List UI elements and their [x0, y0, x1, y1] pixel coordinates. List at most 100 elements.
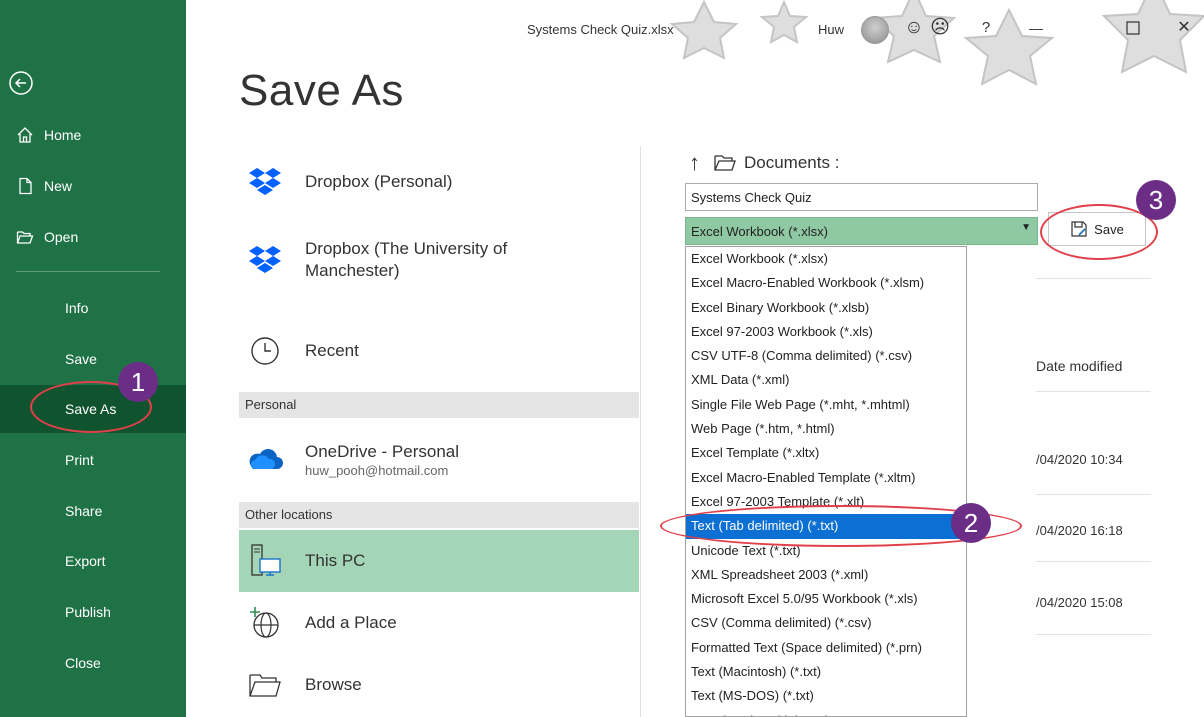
file-type-option[interactable]: Text (Macintosh) (*.txt) — [686, 660, 966, 684]
smile-feedback-icon[interactable]: ☺ — [902, 16, 926, 40]
help-icon[interactable]: ? — [974, 16, 998, 40]
nav-save[interactable]: Save — [0, 335, 186, 383]
nav-new-label: New — [44, 178, 73, 194]
file-type-dropdown-list: Excel Workbook (*.xlsx) Excel Macro-Enab… — [685, 246, 967, 717]
nav-open[interactable]: Open — [0, 213, 186, 261]
nav-print[interactable]: Print — [0, 436, 186, 484]
nav-export-label: Export — [65, 553, 106, 569]
row-divider — [1036, 634, 1151, 635]
onedrive-cloud-icon — [245, 439, 285, 479]
backstage-sidebar: Home New Open Info Save Save As Print Sh… — [0, 0, 186, 717]
folder-icon — [714, 155, 736, 171]
globe-add-icon — [245, 603, 285, 643]
file-type-select[interactable]: Excel Workbook (*.xlsx) ▼ — [685, 217, 1038, 245]
chevron-down-icon: ▼ — [1021, 222, 1031, 233]
sidebar-divider — [16, 271, 160, 272]
file-date-modified: /04/2020 10:34 — [1036, 452, 1123, 467]
nav-export[interactable]: Export — [0, 537, 186, 585]
nav-new[interactable]: New — [0, 162, 186, 210]
nav-info[interactable]: Info — [0, 284, 186, 332]
back-arrow-icon[interactable] — [8, 70, 34, 96]
location-onedrive[interactable]: OneDrive - Personal huw_pooh@hotmail.com — [239, 434, 639, 484]
nav-close[interactable]: Close — [0, 639, 186, 687]
dropbox-icon — [245, 240, 285, 280]
location-add-place-label: Add a Place — [305, 613, 397, 632]
location-browse-label: Browse — [305, 675, 362, 694]
nav-save-label: Save — [65, 351, 97, 367]
dropbox-icon — [245, 162, 285, 202]
file-type-option[interactable]: Text (MS-DOS) (*.txt) — [686, 684, 966, 708]
location-recent-label: Recent — [305, 341, 359, 360]
nav-publish[interactable]: Publish — [0, 588, 186, 636]
nav-publish-label: Publish — [65, 604, 111, 620]
file-type-option[interactable]: Excel Template (*.xltx) — [686, 441, 966, 465]
file-type-option[interactable]: Excel 97-2003 Workbook (*.xls) — [686, 320, 966, 344]
row-divider — [1036, 494, 1151, 495]
location-this-pc[interactable]: This PC — [239, 530, 639, 592]
nav-open-label: Open — [44, 229, 79, 245]
file-type-option[interactable]: Formatted Text (Space delimited) (*.prn) — [686, 636, 966, 660]
nav-close-label: Close — [65, 655, 101, 671]
page-title: Save As — [239, 66, 404, 115]
file-date-modified: /04/2020 16:18 — [1036, 523, 1123, 538]
file-date-modified: /04/2020 15:08 — [1036, 595, 1123, 610]
location-dropbox-personal-label: Dropbox (Personal) — [305, 172, 453, 191]
nav-share-label: Share — [65, 503, 103, 519]
file-type-option[interactable]: Excel Macro-Enabled Template (*.xltm) — [686, 466, 966, 490]
file-type-option[interactable]: CSV UTF-8 (Comma delimited) (*.csv) — [686, 344, 966, 368]
location-dropbox-university-label: Dropbox (The University of Manchester) — [305, 239, 508, 280]
section-header-other-locations: Other locations — [239, 502, 639, 528]
title-bar: Systems Check Quiz.xlsx Huw ☺ ☹ ? — ✕ — [186, 0, 1204, 86]
minimize-icon[interactable]: — — [1024, 16, 1048, 40]
nav-print-label: Print — [65, 452, 94, 468]
location-add-place[interactable]: Add a Place — [239, 600, 639, 646]
nav-share[interactable]: Share — [0, 487, 186, 535]
document-title: Systems Check Quiz.xlsx — [527, 22, 674, 37]
nav-info-label: Info — [65, 300, 89, 316]
user-name[interactable]: Huw — [818, 22, 844, 37]
frown-feedback-icon[interactable]: ☹ — [928, 16, 952, 40]
home-icon — [17, 127, 33, 143]
step-badge-1: 1 — [118, 362, 158, 402]
step-badge-2: 2 — [951, 503, 991, 543]
folder-browse-icon — [245, 665, 285, 705]
location-onedrive-label: OneDrive - Personal — [305, 441, 460, 461]
maximize-icon[interactable] — [1126, 21, 1140, 35]
file-type-option[interactable]: Excel Macro-Enabled Workbook (*.xlsm) — [686, 271, 966, 295]
row-divider — [1036, 391, 1151, 392]
section-header-personal: Personal — [239, 392, 639, 418]
nav-home-label: Home — [44, 127, 82, 143]
file-type-selected-value: Excel Workbook (*.xlsx) — [691, 224, 829, 239]
file-type-option[interactable]: Single File Web Page (*.mht, *.mhtml) — [686, 393, 966, 417]
close-window-icon[interactable]: ✕ — [1172, 16, 1196, 40]
file-type-option[interactable]: Web Page (*.htm, *.html) — [686, 417, 966, 441]
new-document-icon — [19, 177, 32, 195]
location-dropbox-personal[interactable]: Dropbox (Personal) — [239, 160, 639, 204]
folder-open-icon — [16, 231, 34, 244]
file-type-option[interactable]: Microsoft Excel 5.0/95 Workbook (*.xls) — [686, 587, 966, 611]
row-divider — [1036, 278, 1151, 279]
pane-divider — [640, 146, 641, 717]
location-onedrive-email: huw_pooh@hotmail.com — [305, 462, 449, 478]
file-type-option[interactable]: Excel Binary Workbook (*.xlsb) — [686, 296, 966, 320]
file-type-option[interactable]: CSV (Comma delimited) (*.csv) — [686, 611, 966, 635]
location-browse[interactable]: Browse — [239, 662, 639, 708]
file-type-option[interactable]: CSV (Macintosh) (*.csv) — [686, 709, 966, 716]
nav-home[interactable]: Home — [0, 111, 186, 159]
avatar[interactable] — [861, 16, 889, 44]
clock-icon — [245, 331, 285, 371]
file-type-option[interactable]: Excel Workbook (*.xlsx) — [686, 247, 966, 271]
folder-path: ↑ Documents : — [689, 150, 839, 176]
current-folder-name[interactable]: Documents : — [744, 153, 839, 173]
filename-input[interactable] — [685, 183, 1038, 211]
date-modified-column-header[interactable]: Date modified — [1036, 358, 1122, 374]
file-type-option[interactable]: XML Spreadsheet 2003 (*.xml) — [686, 563, 966, 587]
computer-icon — [245, 541, 285, 581]
location-this-pc-label: This PC — [305, 551, 366, 570]
up-folder-arrow-icon[interactable]: ↑ — [689, 150, 700, 176]
location-dropbox-university[interactable]: Dropbox (The University of Manchester) — [239, 232, 639, 288]
file-type-option[interactable]: XML Data (*.xml) — [686, 368, 966, 392]
row-divider — [1036, 561, 1151, 562]
location-recent[interactable]: Recent — [239, 328, 639, 374]
step-badge-3: 3 — [1136, 180, 1176, 220]
